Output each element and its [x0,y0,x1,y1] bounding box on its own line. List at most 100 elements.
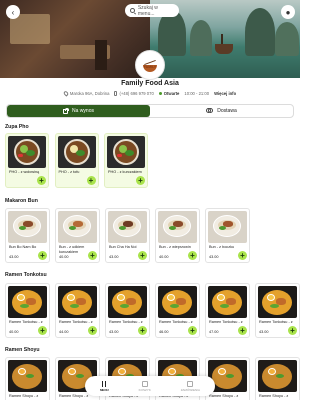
pho-dish-image [8,136,46,168]
add-to-cart-button[interactable]: + [238,251,247,260]
search-placeholder: Szukaj w menu... [137,4,158,17]
add-to-cart-button[interactable]: + [238,326,247,335]
bun-dish-image [58,211,97,243]
nav-orders-label: ZAMÓWIENIA [180,387,201,392]
search-icon [130,8,135,13]
add-to-cart-button[interactable]: + [136,176,145,185]
pho-dish-image [107,136,145,168]
nav-cart[interactable]: KOSZYK [138,380,151,392]
bun-dish-image [8,211,47,243]
menu-item-card[interactable]: Ramen Tonkotsu - z 43.00 + [255,283,300,338]
menu-item-card[interactable]: Ramen Shoyu - z [5,357,50,400]
add-to-cart-button[interactable]: + [138,326,147,335]
menu-item-card[interactable]: Bun - z boczku 43.00 + [205,208,250,263]
item-price: 43.00 [109,255,119,259]
item-name: Ramen Tonkotsu - z [209,320,243,324]
menu-item-card[interactable]: PHO - z tofu + [54,133,99,188]
add-to-cart-button[interactable]: + [88,326,97,335]
menu-item-card[interactable]: Bun Bo Nam Bo 43.00 + [5,208,50,263]
takeaway-option[interactable]: Na wynos [7,105,150,117]
item-price: 47.00 [209,330,219,334]
menu-item-card[interactable]: Ramen Tonkotsu - z 40.00 + [5,283,50,338]
menu-item-card[interactable]: Ramen Tonkotsu - z 46.00 + [155,283,200,338]
ramen-dish-image [258,360,297,392]
menu-item-card[interactable]: Bun - z wieprzowin 40.00 + [155,208,200,263]
nav-menu-label: MENU [99,387,109,392]
takeaway-label: Na wynos [72,108,94,114]
ramen-dish-image [8,360,47,392]
item-name: PHO - z kurczakiem [108,170,142,174]
open-status-dot [158,92,162,95]
item-name: Ramen Shoyu - z [9,394,39,398]
item-price: 40.00 [9,330,19,334]
delivery-option[interactable]: Dostawa [150,105,293,117]
restaurant-address: Maroka 96A, Dobrina [69,91,110,96]
item-name: Bun Cha Ha Noi [109,245,137,249]
item-name: Ramen Tonkotsu - z [9,320,43,324]
location-pin-icon [62,90,70,97]
bun-dish-image [208,211,247,243]
item-name: Ramen Tonkotsu - z [109,320,143,324]
item-name: Bun - z wieprzowin [159,245,191,249]
more-info-link[interactable]: Więcej info [214,91,236,96]
add-to-cart-button[interactable]: + [88,251,97,260]
menu-item-card[interactable]: Bun - z udkiem kurczakiem 40.00 + [55,208,100,263]
menu-item-card[interactable]: PHO - z kurczakiem + [104,133,148,188]
order-type-toggle: Na wynos Dostawa [6,104,294,118]
item-name: Ramen Shoyu - z [209,394,239,398]
open-status: Otwarte [163,91,180,96]
shopping-bag-icon [63,107,70,114]
phone-icon [114,91,118,96]
ramen-dish-image [158,286,197,318]
item-price: 40.00 [59,255,69,259]
add-to-cart-button[interactable]: + [86,176,96,185]
section-title-bun: Makaron Bun [5,198,38,204]
ramen-dish-image [8,286,47,318]
restaurant-logo: FAMILY [135,50,165,80]
add-to-cart-button[interactable]: + [288,326,297,335]
item-name: Bun Bo Nam Bo [9,245,37,249]
item-name: PHO - z wołowiną [9,170,40,174]
add-to-cart-button[interactable]: + [38,251,47,260]
add-to-cart-button[interactable]: + [138,251,147,260]
add-to-cart-button[interactable]: + [188,251,197,260]
add-to-cart-button[interactable]: + [37,176,46,185]
ramen-dish-image [108,286,147,318]
item-price: 43.00 [259,330,269,334]
section-title-ramen-shoyu: Ramen Shoyu [5,347,40,353]
nav-orders[interactable]: ZAMÓWIENIA [180,380,201,392]
nav-cart-label: KOSZYK [138,387,151,392]
fork-knife-icon [101,380,107,387]
ramen-dish-image [58,286,97,318]
add-to-cart-button[interactable]: + [188,326,197,335]
restaurant-phone[interactable]: (+48) 696 979 070 [119,91,153,96]
item-name: PHO - z tofu [58,170,80,174]
menu-item-card[interactable]: Ramen Shoyu - z [255,357,300,400]
ramen-tonkotsu-items-row: Ramen Tonkotsu - z 40.00 + Ramen Tonkots… [5,283,300,338]
add-to-cart-button[interactable]: + [38,326,47,335]
menu-item-card[interactable]: PHO - z wołowiną + [5,133,49,188]
nav-menu[interactable]: MENU [99,380,109,392]
item-name: Ramen Tonkotsu - z [59,320,93,324]
section-title-ramen-tonkotsu: Ramen Tonkotsu [5,272,47,278]
back-button[interactable]: ‹ [6,5,20,19]
boat-decoration [215,34,233,54]
item-name: Ramen Shoyu - z [259,394,289,398]
bun-items-row: Bun Bo Nam Bo 43.00 + Bun - z udkiem kur… [5,208,255,263]
menu-item-card[interactable]: Bun Cha Ha Noi 43.00 + [105,208,150,263]
item-price: 43.00 [109,330,119,334]
menu-item-card[interactable]: Ramen Tonkotsu - z 44.00 + [55,283,100,338]
orders-icon [187,380,194,387]
menu-item-card[interactable]: Ramen Tonkotsu - z 43.00 + [105,283,150,338]
opening-hours: 10:00 - 21:00 [184,91,210,96]
pho-items-row: PHO - z wołowiną + PHO - z tofu + PHO - … [5,133,154,188]
item-name: Bun - z boczku [209,245,235,249]
item-name: Ramen Tonkotsu - z [159,320,193,324]
item-price: 43.00 [209,255,219,259]
pho-dish-image [57,136,96,168]
item-price: 40.00 [159,255,169,259]
menu-item-card[interactable]: Ramen Tonkotsu - z 47.00 + [205,283,250,338]
profile-icon[interactable]: ● [281,5,295,19]
ramen-dish-image [258,286,297,318]
search-input[interactable]: Szukaj w menu... [125,4,179,17]
